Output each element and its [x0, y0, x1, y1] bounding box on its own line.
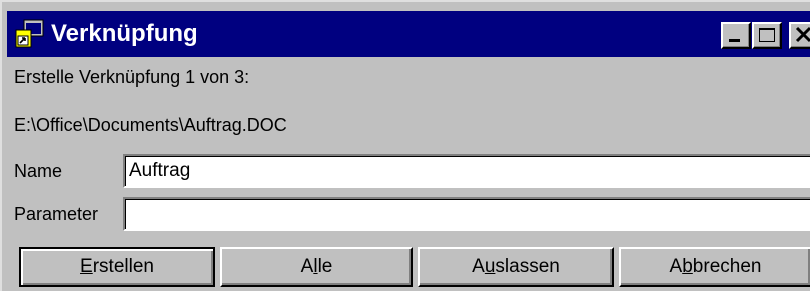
name-input[interactable]: [123, 154, 810, 188]
skip-button-label-end: slassen: [495, 256, 560, 277]
maximize-button[interactable]: [752, 22, 782, 49]
skip-button-mnemonic: u: [484, 256, 496, 277]
all-button[interactable]: Alle: [220, 247, 413, 287]
window-title: Verknüpfung: [51, 20, 198, 47]
skip-button-label-start: A: [472, 256, 485, 277]
minimize-button[interactable]: [721, 22, 751, 49]
cancel-button-mnemonic: b: [682, 256, 693, 277]
parameter-input[interactable]: [123, 197, 810, 231]
all-button-label-end: le: [317, 256, 333, 277]
title-bar[interactable]: Verknüpfung: [7, 11, 810, 57]
maximize-icon: [759, 28, 775, 42]
cancel-button-label-start: A: [669, 256, 683, 277]
create-button[interactable]: Erstellen: [19, 247, 215, 287]
parameter-label: Parameter: [14, 204, 99, 224]
shortcut-dialog: Verknüpfung Erstelle Verknüpfung 1 von 3…: [0, 0, 810, 291]
file-path: E:\Office\Documents\Auftrag.DOC: [14, 115, 287, 135]
close-icon: [795, 26, 810, 43]
create-button-label-end: rstellen: [92, 256, 154, 277]
create-button-mnemonic: E: [80, 256, 93, 277]
name-label: Name: [14, 161, 63, 181]
shortcut-app-icon[interactable]: [15, 19, 45, 49]
close-button[interactable]: [789, 22, 810, 49]
all-button-label-start: A: [300, 256, 314, 277]
dialog-heading: Erstelle Verknüpfung 1 von 3:: [14, 67, 250, 87]
minimize-icon: [729, 39, 740, 42]
skip-button[interactable]: Auslassen: [418, 247, 614, 287]
cancel-button-label-end: brechen: [692, 256, 762, 277]
cancel-button[interactable]: Abbrechen: [619, 247, 810, 287]
